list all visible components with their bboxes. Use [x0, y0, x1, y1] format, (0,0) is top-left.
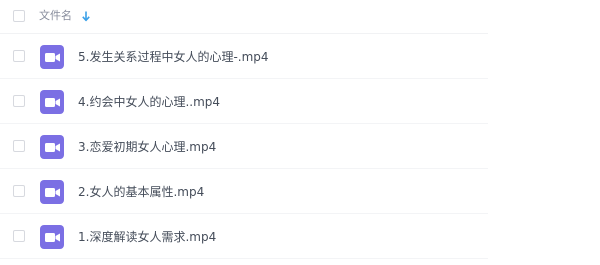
- file-name[interactable]: 5.发生关系过程中女人的心理-.mp4: [78, 48, 269, 66]
- row-checkbox[interactable]: [13, 140, 25, 152]
- file-row[interactable]: 4.约会中女人的心理..mp4: [0, 79, 488, 124]
- video-file-icon: [40, 180, 64, 204]
- file-row[interactable]: 1.深度解读女人需求.mp4: [0, 214, 488, 259]
- arrow-down-icon[interactable]: [82, 11, 90, 22]
- video-file-icon: [40, 90, 64, 114]
- row-checkbox[interactable]: [13, 50, 25, 62]
- file-list-header: 文件名: [0, 0, 488, 34]
- file-list: 文件名 5.发生关系过程中女人的心理-.mp4 4.约会中女人的心理..mp4: [0, 0, 600, 265]
- file-name[interactable]: 3.恋爱初期女人心理.mp4: [78, 138, 216, 156]
- file-row[interactable]: 2.女人的基本属性.mp4: [0, 169, 488, 214]
- select-all-checkbox[interactable]: [13, 10, 25, 22]
- video-file-icon: [40, 45, 64, 69]
- row-checkbox[interactable]: [13, 95, 25, 107]
- row-checkbox[interactable]: [13, 230, 25, 242]
- file-name[interactable]: 4.约会中女人的心理..mp4: [78, 93, 220, 111]
- file-name[interactable]: 2.女人的基本属性.mp4: [78, 183, 204, 201]
- video-file-icon: [40, 135, 64, 159]
- file-row[interactable]: 3.恋爱初期女人心理.mp4: [0, 124, 488, 169]
- video-file-icon: [40, 225, 64, 249]
- file-row[interactable]: 5.发生关系过程中女人的心理-.mp4: [0, 34, 488, 79]
- file-name[interactable]: 1.深度解读女人需求.mp4: [78, 228, 216, 246]
- row-checkbox[interactable]: [13, 185, 25, 197]
- filename-column-header[interactable]: 文件名: [39, 8, 72, 24]
